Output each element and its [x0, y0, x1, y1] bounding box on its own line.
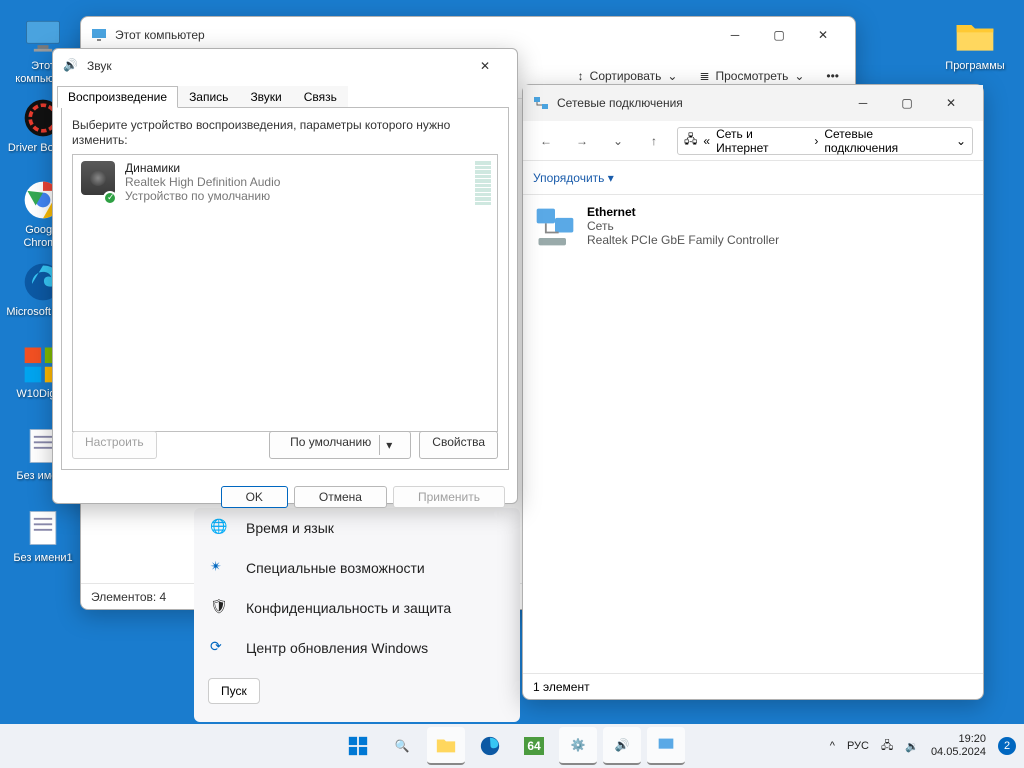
more-button[interactable]: ••• [826, 69, 839, 83]
device-item[interactable]: Динамики Realtek High Definition Audio У… [73, 155, 497, 209]
ok-button[interactable]: OK [221, 486, 288, 508]
default-check-icon [103, 191, 117, 205]
desktop-icon-programs[interactable]: Программы [938, 14, 1012, 73]
device-driver: Realtek High Definition Audio [125, 175, 280, 189]
device-status: Устройство по умолчанию [125, 189, 280, 203]
network-icon [533, 95, 549, 111]
organize-bar: Упорядочить ▾ [523, 161, 983, 195]
ethernet-icon [533, 205, 577, 249]
chevron-down-icon: ⌄ [667, 69, 677, 83]
address-bar-row: ← → ⌄ ↑ 🖧 « Сеть и Интернет › Сетевые по… [523, 121, 983, 161]
back-button[interactable]: ← [533, 128, 559, 154]
address-bar[interactable]: 🖧 « Сеть и Интернет › Сетевые подключени… [677, 127, 973, 155]
settings-row-privacy[interactable]: 🛡 Конфиденциальность и защита [194, 588, 520, 628]
adapter-device: Realtek PCIe GbE Family Controller [587, 233, 779, 247]
organize-button[interactable]: Упорядочить ▾ [533, 171, 614, 185]
maximize-button[interactable]: ▢ [885, 88, 929, 118]
tray-clock[interactable]: 19:20 04.05.2024 [931, 733, 986, 759]
tab-recording[interactable]: Запись [178, 86, 239, 108]
sort-button[interactable]: ↕Сортировать⌄ [578, 69, 678, 83]
speaker-icon: 🔊 [63, 58, 79, 74]
speaker-device-icon [81, 161, 115, 195]
settings-row-update[interactable]: ⟳ Центр обновления Windows [194, 628, 520, 668]
tab-body: Выберите устройство воспроизведения, пар… [61, 107, 509, 470]
tabs: Воспроизведение Запись Звуки Связь [53, 85, 517, 107]
titlebar[interactable]: Сетевые подключения ─ ▢ ✕ [523, 85, 983, 121]
instruction-text: Выберите устройство воспроизведения, пар… [72, 118, 498, 148]
tray-network-icon[interactable]: 🖧 [881, 737, 893, 756]
window-title: Звук [87, 59, 112, 73]
up-button[interactable]: ↑ [641, 128, 667, 154]
tray-language[interactable]: РУС [847, 740, 869, 752]
apply-button: Применить [393, 486, 505, 508]
settings-fragment: 🌐 Время и язык ✴ Специальные возможности… [194, 508, 520, 722]
taskbar-x64[interactable]: 64 [515, 727, 553, 765]
tab-playback[interactable]: Воспроизведение [57, 86, 178, 108]
adapter-name: Ethernet [587, 205, 779, 219]
shield-icon: 🛡 [210, 598, 230, 618]
tray-notifications-badge[interactable]: 2 [998, 737, 1016, 755]
window-title: Этот компьютер [115, 28, 205, 42]
titlebar[interactable]: 🔊 Звук ✕ [53, 49, 517, 83]
close-button[interactable]: ✕ [801, 20, 845, 50]
statusbar: 1 элемент [523, 673, 983, 699]
set-default-button[interactable]: По умолчанию ▾ [269, 431, 411, 459]
minimize-button[interactable]: ─ [713, 20, 757, 50]
taskbar: 🔍 64 ⚙️ 🔊 ^ РУС 🖧 🔉 19:20 04.05.2024 2 [0, 724, 1024, 768]
chevron-down-icon[interactable]: ⌄ [956, 134, 966, 148]
network-icon: 🖧 [684, 130, 697, 151]
tray-volume-icon[interactable]: 🔉 [905, 740, 919, 753]
taskbar-edge[interactable] [471, 727, 509, 765]
recent-button[interactable]: ⌄ [605, 128, 631, 154]
settings-row-accessibility[interactable]: ✴ Специальные возможности [194, 548, 520, 588]
tab-communications[interactable]: Связь [293, 86, 348, 108]
taskbar-settings[interactable]: ⚙️ [559, 727, 597, 765]
device-name: Динамики [125, 161, 280, 175]
minimize-button[interactable]: ─ [841, 88, 885, 118]
start-button[interactable]: Пуск [208, 678, 260, 704]
adapter-subtitle: Сеть [587, 219, 779, 233]
globe-icon: 🌐 [210, 518, 230, 538]
network-connections-window: Сетевые подключения ─ ▢ ✕ ← → ⌄ ↑ 🖧 « Се… [522, 84, 984, 700]
tray-chevron[interactable]: ^ [830, 740, 835, 752]
volume-meter [475, 161, 491, 205]
accessibility-icon: ✴ [210, 558, 230, 578]
tab-sounds[interactable]: Звуки [239, 86, 292, 108]
chevron-down-icon[interactable]: ▾ [379, 435, 398, 455]
sound-dialog: 🔊 Звук ✕ Воспроизведение Запись Звуки Св… [52, 48, 518, 504]
update-icon: ⟳ [210, 638, 230, 658]
view-button[interactable]: ≣Просмотреть⌄ [699, 69, 804, 83]
configure-button: Настроить [72, 431, 157, 459]
network-adapter-item[interactable]: Ethernet Сеть Realtek PCIe GbE Family Co… [533, 205, 973, 249]
device-list[interactable]: Динамики Realtek High Definition Audio У… [72, 154, 498, 432]
chevron-down-icon: ⌄ [794, 69, 804, 83]
start-button[interactable] [339, 727, 377, 765]
cancel-button[interactable]: Отмена [294, 486, 387, 508]
monitor-icon [91, 27, 107, 43]
window-title: Сетевые подключения [557, 96, 683, 110]
taskbar-network[interactable] [647, 727, 685, 765]
forward-button[interactable]: → [569, 128, 595, 154]
folder-icon [953, 14, 997, 58]
taskbar-explorer[interactable] [427, 727, 465, 765]
properties-button[interactable]: Свойства [419, 431, 498, 459]
search-button[interactable]: 🔍 [383, 727, 421, 765]
maximize-button[interactable]: ▢ [757, 20, 801, 50]
close-button[interactable]: ✕ [929, 88, 973, 118]
close-button[interactable]: ✕ [463, 51, 507, 81]
taskbar-sound[interactable]: 🔊 [603, 727, 641, 765]
